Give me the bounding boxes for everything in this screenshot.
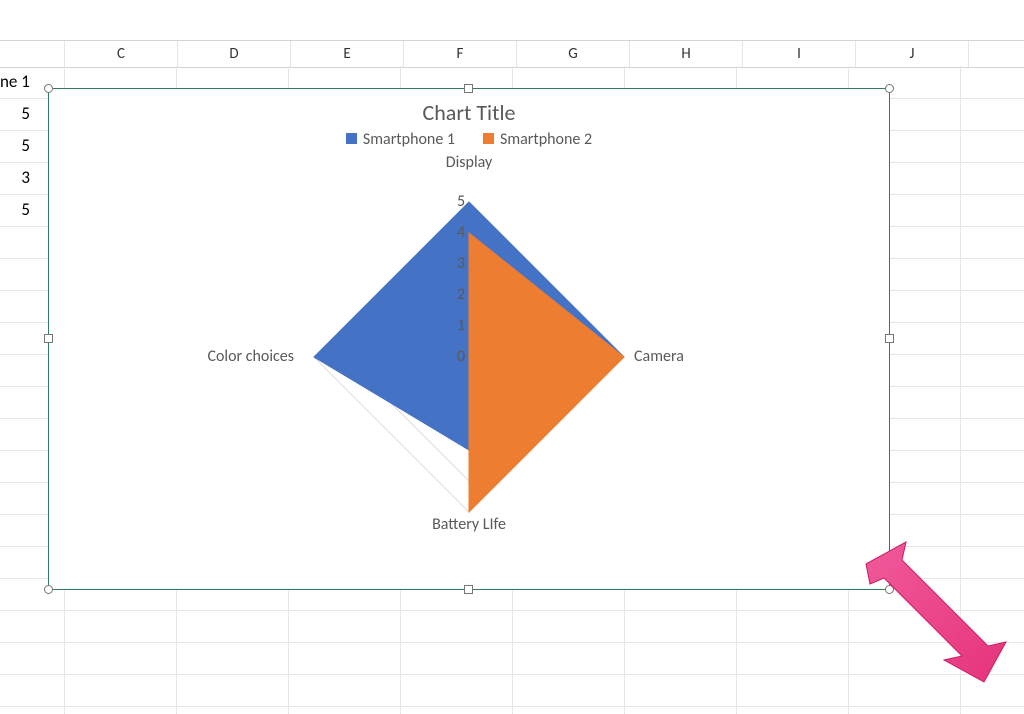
axis-label-left: Color choices — [207, 347, 294, 366]
col-header-h[interactable]: H — [630, 41, 743, 67]
tick-0: 0 — [457, 347, 465, 366]
resize-handle-tr[interactable] — [885, 84, 894, 93]
col-header-f[interactable]: F — [404, 41, 517, 67]
chart-object[interactable]: Chart Title Smartphone 1 Smartphone 2 — [48, 88, 890, 590]
cell-value: 5 — [0, 194, 36, 226]
resize-handle-bl[interactable] — [44, 585, 53, 594]
col-header-i[interactable]: I — [743, 41, 856, 67]
tick-5: 5 — [457, 192, 465, 211]
col-header-g[interactable]: G — [517, 41, 630, 67]
axis-label-bottom: Battery LIfe — [432, 515, 506, 534]
gridline-h — [0, 642, 1024, 643]
gridline-v — [960, 66, 961, 714]
tick-4: 4 — [457, 223, 465, 242]
resize-handle-top[interactable] — [464, 84, 473, 93]
legend-item-2[interactable]: Smartphone 2 — [483, 130, 592, 149]
gridline-h — [0, 706, 1024, 707]
gridline-h — [0, 610, 1024, 611]
axis-label-right: Camera — [634, 347, 684, 366]
gridline-h — [0, 674, 1024, 675]
col-header-e[interactable]: E — [291, 41, 404, 67]
tick-1: 1 — [457, 316, 465, 335]
legend-swatch-icon — [346, 133, 357, 144]
legend-label-1: Smartphone 1 — [363, 130, 455, 149]
resize-handle-br[interactable] — [885, 585, 894, 594]
chart-legend[interactable]: Smartphone 1 Smartphone 2 — [49, 130, 889, 149]
cell-value: 3 — [0, 162, 36, 194]
spreadsheet-canvas[interactable]: C D E F G H I J — [0, 0, 1024, 714]
cell-value: 5 — [0, 98, 36, 130]
col-header-j[interactable]: J — [856, 41, 969, 67]
radar-svg — [49, 157, 889, 537]
cell-value: 5 — [0, 130, 36, 162]
resize-handle-bottom[interactable] — [464, 585, 473, 594]
legend-swatch-icon — [483, 133, 494, 144]
tick-2: 2 — [457, 285, 465, 304]
chart-title[interactable]: Chart Title — [49, 99, 889, 126]
cell-b1-partial: ne 1 — [0, 66, 50, 98]
radar-plot-area[interactable]: Display Camera Battery LIfe Color choice… — [49, 157, 889, 537]
col-header-c[interactable]: C — [65, 41, 178, 67]
legend-label-2: Smartphone 2 — [500, 130, 592, 149]
column-header-row: C D E F G H I J — [0, 40, 1024, 68]
axis-label-top: Display — [446, 153, 492, 172]
col-header-d[interactable]: D — [178, 41, 291, 67]
col-header-gap — [0, 41, 65, 67]
legend-item-1[interactable]: Smartphone 1 — [346, 130, 455, 149]
tick-3: 3 — [457, 254, 465, 273]
resize-handle-tl[interactable] — [44, 84, 53, 93]
